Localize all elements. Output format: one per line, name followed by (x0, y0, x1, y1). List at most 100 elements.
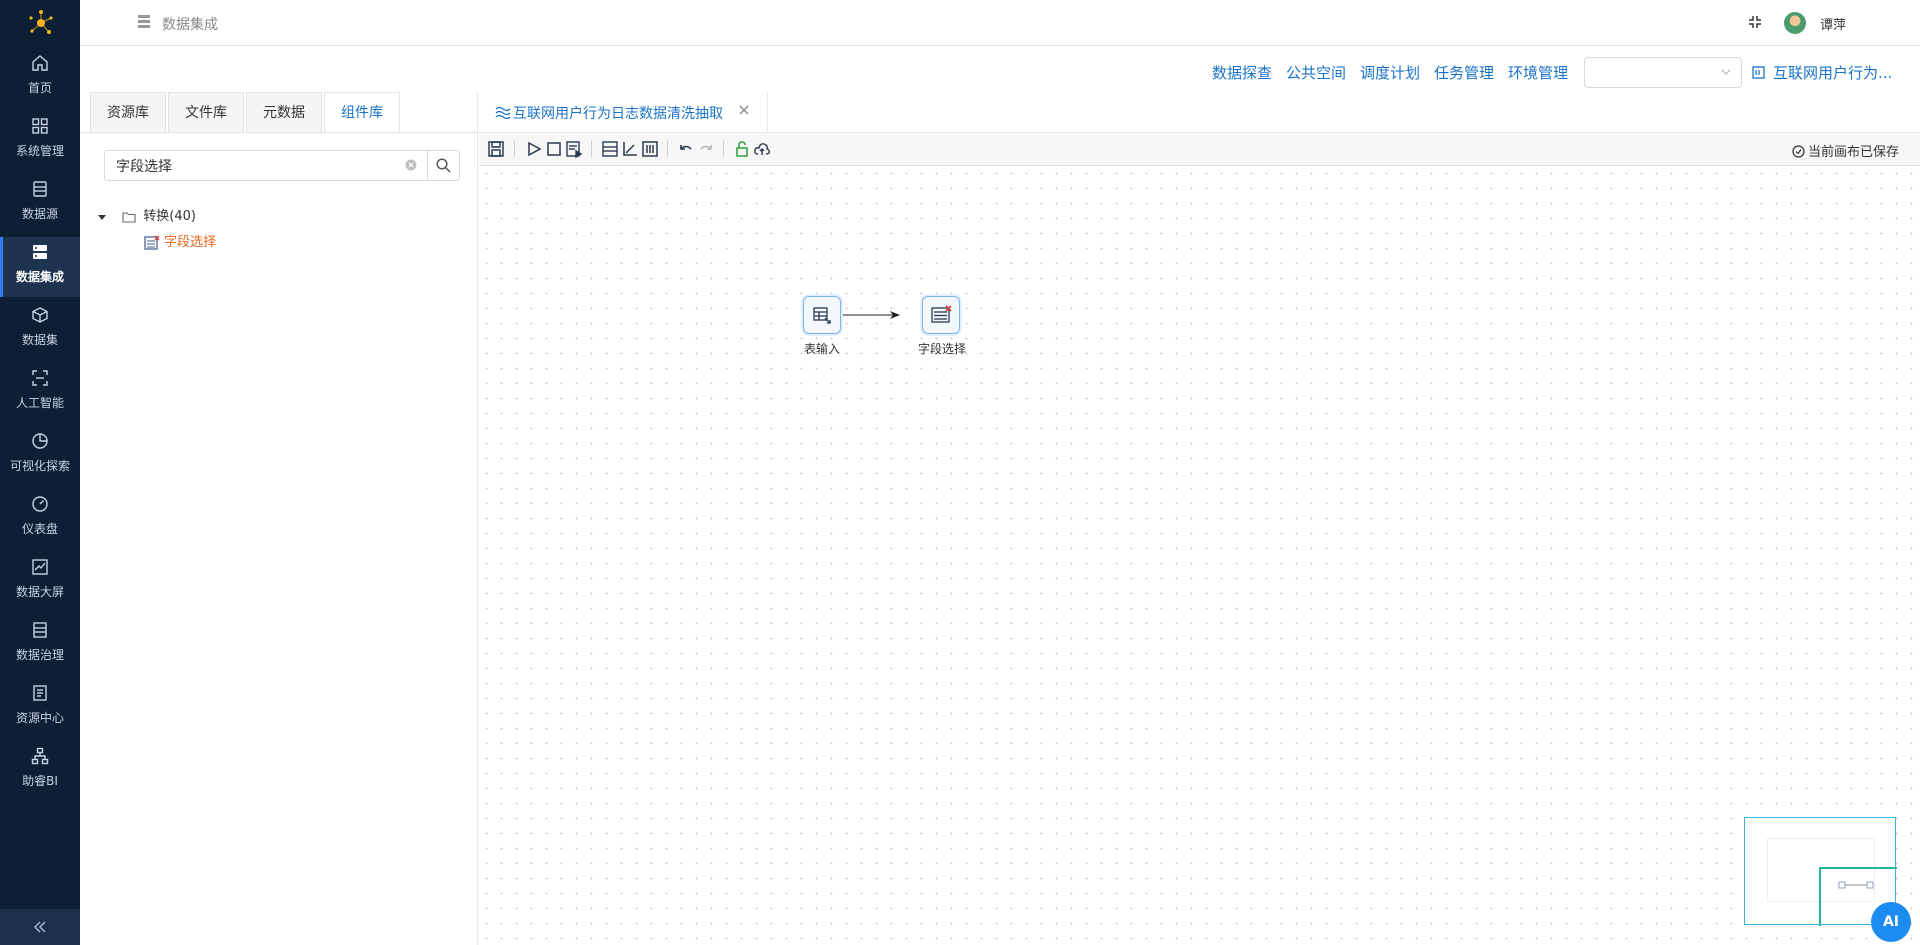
sidebar-item-label: 系统管理 (15, 144, 64, 158)
sidebar-item-label: 首页 (27, 81, 52, 95)
run-icon[interactable] (525, 140, 543, 158)
sidebar-item-data-integration[interactable]: 数据集成 (0, 237, 80, 297)
undo-icon[interactable] (677, 140, 695, 158)
home-icon (32, 55, 48, 71)
list-icon (33, 622, 47, 638)
minimap[interactable] (1744, 817, 1897, 926)
sidebar-item-label: 人工智能 (15, 396, 64, 410)
tree-leaf-select-values[interactable]: 字段选择 (144, 231, 216, 251)
gauge-icon (32, 496, 48, 512)
sidebar-item-label: 数据大屏 (15, 585, 64, 599)
left-panel: 资源库 文件库 元数据 组件库 转换(40) 字段选择 (80, 92, 478, 945)
flow-canvas[interactable]: 表输入 字段选择 AI (479, 166, 1920, 945)
ai-assistant-button[interactable]: AI (1871, 902, 1911, 942)
logo-icon (29, 10, 53, 34)
tabs-divider (80, 132, 478, 133)
sidebar-item-dashboard[interactable]: 仪表盘 (0, 489, 80, 549)
caret-down-icon (98, 214, 106, 220)
sidebar: 首页 系统管理 数据源 数据集成 数据集 人工智能 可视化探索 仪表盘 数据大屏… (0, 0, 80, 945)
menu-environment-management[interactable]: 环境管理 (1508, 62, 1568, 83)
org-icon (31, 747, 49, 765)
sidebar-item-dataset[interactable]: 数据集 (0, 300, 80, 360)
top-bar: 数据集成 谭萍 (80, 0, 1920, 46)
sidebar-item-resource-center[interactable]: 资源中心 (0, 678, 80, 738)
sidebar-item-label: 数据治理 (15, 648, 64, 662)
menu-icon (138, 15, 150, 28)
table-input-icon (813, 307, 831, 324)
sidebar-item-home[interactable]: 首页 (0, 48, 80, 108)
node-label-table-input: 表输入 (804, 342, 841, 356)
double-chevron-left-icon (33, 921, 46, 933)
pie-icon (32, 433, 48, 449)
tab-files[interactable]: 文件库 (168, 92, 244, 132)
breadcrumb: 数据集成 (162, 17, 218, 33)
stop-icon[interactable] (545, 140, 563, 158)
doc-tab[interactable]: 互联网用户行为日志数据清洗抽取 (479, 92, 768, 132)
align-icon[interactable] (601, 140, 619, 158)
saved-status-text: 当前画布已保存 (1807, 145, 1899, 160)
sidebar-item-label: 可视化探索 (9, 459, 70, 473)
clear-icon[interactable] (405, 159, 417, 171)
redo-icon[interactable] (697, 140, 715, 158)
connector-layer (841, 311, 900, 319)
menu-schedule-plan[interactable]: 调度计划 (1360, 62, 1420, 83)
grid-icon (32, 118, 48, 134)
canvas-toolbar: 当前画布已保存 (479, 133, 1920, 166)
check-circle-icon (1792, 145, 1805, 158)
sidebar-item-datasource[interactable]: 数据源 (0, 174, 80, 234)
avatar[interactable] (1784, 12, 1806, 34)
search-button[interactable] (427, 151, 459, 180)
close-icon[interactable] (738, 104, 750, 116)
component-search (104, 150, 460, 181)
sidebar-item-visual-explore[interactable]: 可视化探索 (0, 426, 80, 486)
select-values-icon (931, 305, 952, 323)
tab-repository[interactable]: 资源库 (90, 92, 166, 132)
username[interactable]: 谭萍 (1820, 14, 1846, 33)
tree-folder-label: 转换(40) (143, 209, 196, 224)
tree-leaf-label: 字段选择 (164, 235, 217, 250)
tab-components[interactable]: 组件库 (324, 92, 400, 132)
sidebar-item-label: 数据集成 (15, 270, 64, 284)
sidebar-item-big-screen[interactable]: 数据大屏 (0, 552, 80, 612)
fullscreen-icon[interactable] (1748, 15, 1762, 29)
sidebar-item-system[interactable]: 系统管理 (0, 111, 80, 171)
preview-icon[interactable] (565, 140, 583, 158)
save-icon[interactable] (487, 140, 505, 158)
unlock-icon[interactable] (733, 140, 751, 158)
sidebar-collapse-button[interactable] (0, 909, 80, 945)
chart-axis-icon[interactable] (621, 140, 639, 158)
minimap-nodes (1838, 881, 1874, 889)
sidebar-item-label: 仪表盘 (21, 522, 58, 536)
cloud-upload-icon[interactable] (753, 140, 771, 158)
sidebar-item-label: 数据集 (21, 333, 58, 347)
editor: 互联网用户行为日志数据清洗抽取 当前画布已保存 表输入 字段选择 AI (479, 92, 1920, 945)
chevron-down-icon (1721, 69, 1731, 75)
sidebar-item-zhurui-bi[interactable]: 助睿BI (0, 741, 80, 801)
environment-select[interactable] (1584, 57, 1742, 88)
sidebar-item-governance[interactable]: 数据治理 (0, 615, 80, 675)
folder-icon (122, 211, 136, 223)
project-icon (1752, 66, 1765, 79)
menu-task-management[interactable]: 任务管理 (1434, 62, 1494, 83)
node-select-values[interactable] (922, 296, 960, 334)
sidebar-item-ai[interactable]: 人工智能 (0, 363, 80, 423)
cube-icon (32, 307, 48, 323)
node-table-input[interactable] (803, 296, 841, 334)
database-icon (33, 181, 47, 197)
doc-tab-title: 互联网用户行为日志数据清洗抽取 (513, 106, 723, 122)
doc-icon (33, 685, 47, 701)
calculator-icon[interactable] (641, 140, 659, 158)
flow-icon (495, 106, 511, 119)
line-chart-icon (32, 559, 48, 575)
sidebar-item-label: 助睿BI (22, 774, 58, 788)
project-link[interactable]: 互联网用户行为... (1773, 62, 1892, 83)
menu-public-space[interactable]: 公共空间 (1286, 62, 1346, 83)
tree-folder-transform[interactable]: 转换(40) (98, 205, 196, 224)
node-label-select-values: 字段选择 (918, 342, 967, 356)
scan-icon (32, 370, 48, 386)
tab-metadata[interactable]: 元数据 (246, 92, 322, 132)
search-icon (436, 158, 451, 173)
menu-data-explore[interactable]: 数据探查 (1212, 62, 1272, 83)
server-icon (33, 245, 47, 259)
search-input[interactable] (105, 151, 423, 180)
